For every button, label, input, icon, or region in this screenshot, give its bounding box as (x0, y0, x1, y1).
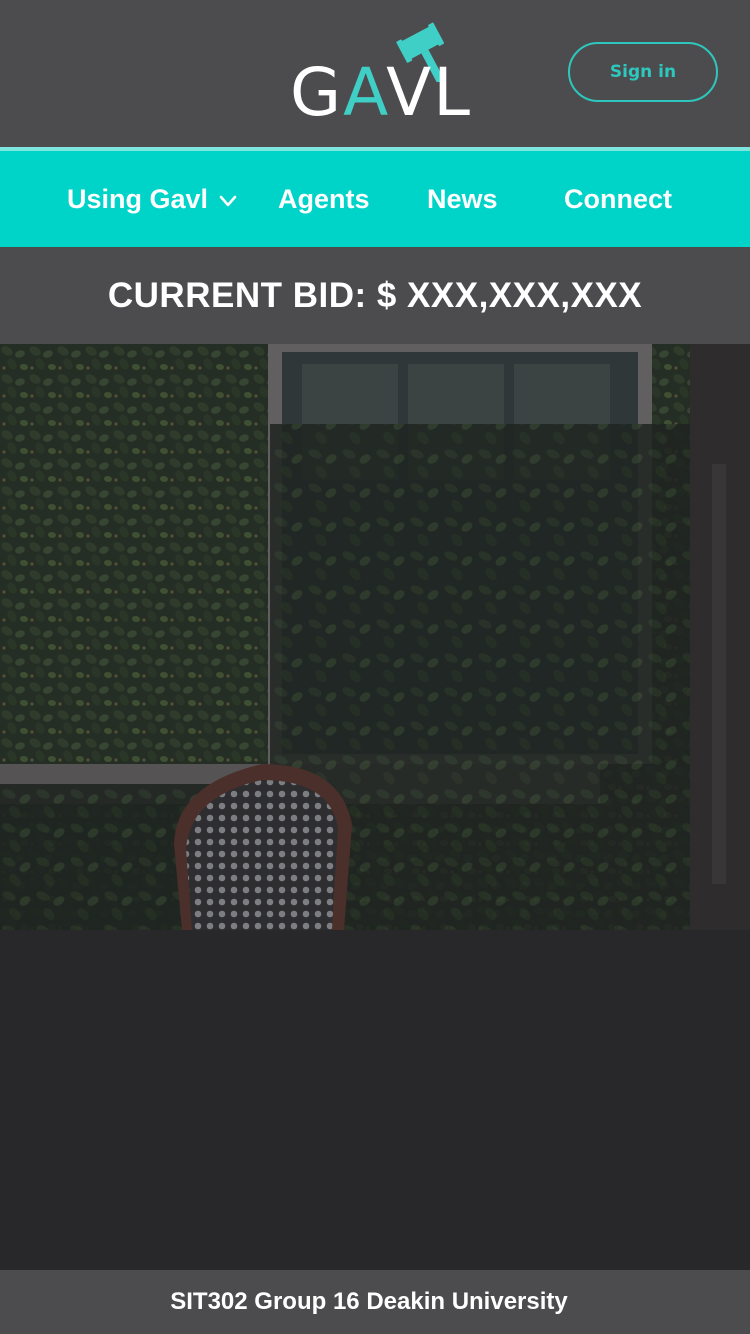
chevron-down-icon (219, 195, 237, 207)
footer-text: SIT302 Group 16 Deakin University (170, 1288, 568, 1315)
property-photo-illustration (0, 344, 750, 930)
logo-letters-vl: VL (386, 54, 473, 131)
site-footer: SIT302 Group 16 Deakin University (0, 1270, 750, 1334)
nav-item-label: Connect (564, 183, 672, 214)
logo-letter-g: G (290, 54, 344, 131)
nav-item-news[interactable]: News (427, 151, 498, 247)
nav-item-agents[interactable]: Agents (278, 151, 370, 247)
main-nav: Using Gavl Agents News Connect (0, 147, 750, 247)
gavl-logo[interactable]: GAVL (290, 22, 470, 126)
property-photo (0, 344, 750, 930)
nav-item-label: News (427, 183, 498, 214)
content-area (0, 930, 750, 1270)
nav-item-connect[interactable]: Connect (564, 151, 672, 247)
logo-letter-a: A (343, 54, 387, 131)
logo-text: GAVL (290, 60, 472, 126)
current-bid-bar: CURRENT BID: $ XXX,XXX,XXX (0, 247, 750, 345)
nav-item-label: Agents (278, 183, 370, 214)
site-header: GAVL Sign in (0, 0, 750, 147)
current-bid-text: CURRENT BID: $ XXX,XXX,XXX (107, 275, 643, 315)
sign-in-button[interactable]: Sign in (568, 42, 718, 102)
nav-item-using-gavl[interactable]: Using Gavl (67, 151, 238, 247)
page: GAVL Sign in Using Gavl Agents News Conn… (0, 0, 750, 1334)
nav-item-label: Using Gavl (67, 183, 209, 214)
